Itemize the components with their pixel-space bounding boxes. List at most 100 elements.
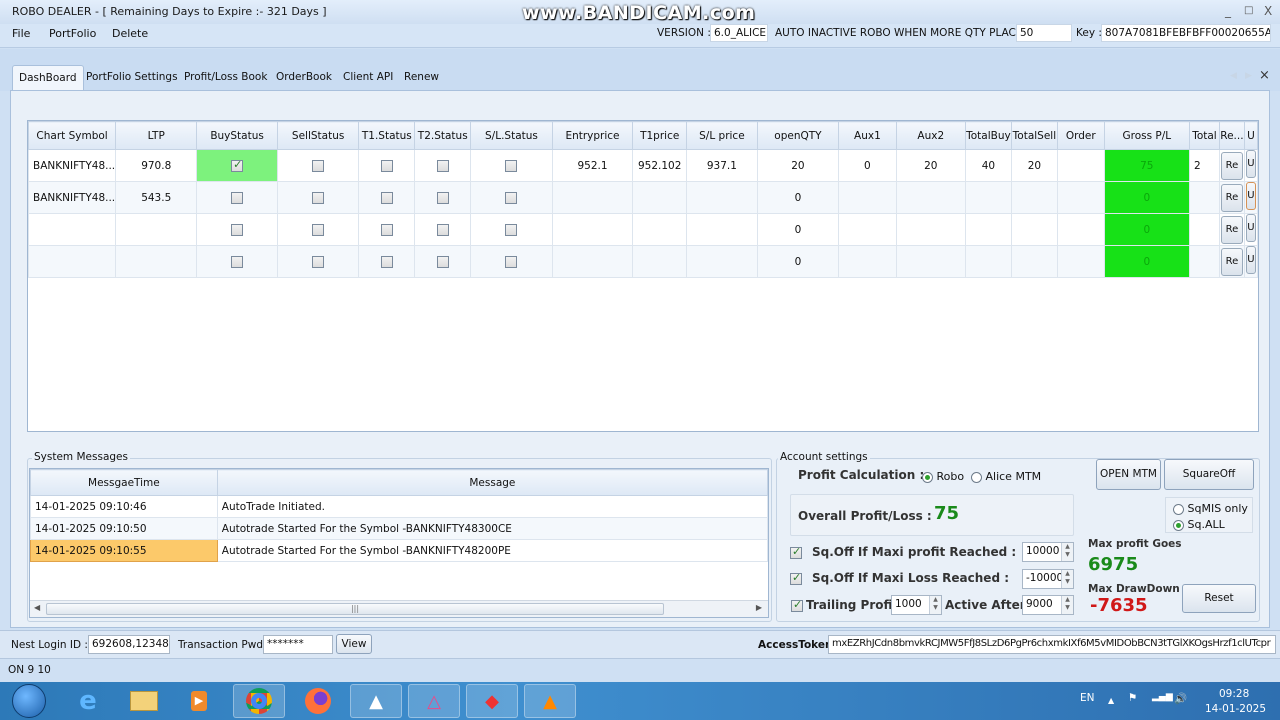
column-header[interactable]: BuyStatus [196,121,278,150]
t2-status-checkbox[interactable] [436,191,449,204]
column-header[interactable]: Gross P/L [1103,121,1191,150]
view-button[interactable]: View [336,634,372,654]
column-header[interactable]: Entryprice [551,121,634,150]
buy-status-checkbox[interactable] [231,223,244,236]
sell-status-checkbox[interactable] [312,159,325,172]
squareoff-button[interactable]: SquareOff [1164,459,1254,490]
scrollbar-thumb[interactable]: ||| [46,603,664,615]
sl-status-checkbox[interactable] [505,191,518,204]
tab-orderbook[interactable]: OrderBook [270,65,338,91]
open-mtm-button[interactable]: OPEN MTM [1096,459,1161,490]
column-header[interactable]: T1price [632,121,688,150]
column-header-message-time[interactable]: MessgaeTime [30,469,218,496]
re-button[interactable]: Re [1220,183,1243,212]
radio-robo[interactable]: Robo [922,470,964,483]
auto-inactive-qty-input[interactable]: 50 [1016,24,1072,42]
start-orb-icon[interactable] [12,684,46,718]
file-explorer-icon[interactable] [118,684,170,718]
tab-client-api[interactable]: Client API [337,65,399,91]
horizontal-scrollbar[interactable]: ◀ ||| ▶ [30,600,768,617]
re-button[interactable]: Re [1220,215,1243,244]
column-header[interactable]: Re... [1218,121,1245,150]
column-header[interactable]: Order [1056,121,1105,150]
column-header[interactable]: Total [1189,121,1220,150]
sl-status-checkbox[interactable] [505,255,518,268]
u-button[interactable]: U [1245,150,1256,178]
radio-sq-all[interactable]: Sq.ALL [1173,518,1225,531]
tab-close-icon[interactable]: × [1259,68,1270,83]
spinner-arrows-icon[interactable]: ▲ ▼ [929,596,941,614]
column-header-message[interactable]: Message [216,469,769,496]
maximize-button[interactable]: □ [1244,5,1253,16]
sl-status-checkbox[interactable] [505,223,518,236]
radio-alice-mtm[interactable]: Alice MTM [971,470,1041,483]
column-header[interactable]: U [1243,121,1259,150]
re-button[interactable]: Re [1220,247,1243,276]
show-hidden-icons-icon[interactable]: ▲ [1108,696,1114,705]
nest-login-input[interactable]: 692608,1234830 [88,635,170,654]
re-button[interactable]: Re [1220,151,1243,180]
sell-status-checkbox[interactable] [312,223,325,236]
clock-time[interactable]: 09:28 [1219,688,1249,700]
scroll-right-icon[interactable]: ▶ [756,603,762,612]
message-row[interactable]: 14-01-2025 09:10:55 Autotrade Started Fo… [30,539,769,562]
tab-scroll-left-icon[interactable]: ◀ [1230,71,1237,81]
column-header[interactable]: T2.Status [414,121,472,150]
menu-delete[interactable]: Delete [112,27,148,40]
trailing-profit-checkbox[interactable] [791,598,803,612]
sl-status-checkbox[interactable] [505,159,518,172]
prism-app-icon[interactable]: △ [408,684,460,718]
t1-status-checkbox[interactable] [380,159,393,172]
network-signal-icon[interactable]: ▂▄▆ [1152,692,1173,702]
column-header[interactable]: S/L.Status [470,121,553,150]
max-profit-spinner[interactable]: 10000 ▲ ▼ [1022,542,1074,562]
clock-date[interactable]: 14-01-2025 [1205,703,1266,715]
close-button[interactable]: X [1264,4,1272,18]
t2-status-checkbox[interactable] [436,223,449,236]
spinner-arrows-icon[interactable]: ▲ ▼ [1061,570,1073,588]
transaction-pwd-input[interactable]: ******* [263,635,333,654]
volume-icon[interactable]: 🔊 [1174,692,1187,705]
tab-scroll-right-icon[interactable]: ▶ [1245,71,1252,81]
max-loss-checkbox[interactable] [790,571,802,585]
max-loss-spinner[interactable]: -10000 ▲ ▼ [1022,569,1074,589]
angular-app-icon[interactable]: ◆ [466,684,518,718]
column-header[interactable]: Aux2 [895,121,966,150]
chrome-icon[interactable] [233,684,285,718]
media-player-icon[interactable]: ▶ [173,684,225,718]
tab-portfolio-settings[interactable]: PortFolio Settings [80,65,184,91]
column-header[interactable]: SellStatus [276,121,360,150]
sell-status-checkbox[interactable] [312,255,325,268]
column-header[interactable]: TotalBuy [964,121,1012,150]
tab-profit-loss-book[interactable]: Profit/Loss Book [178,65,273,91]
message-row[interactable]: 14-01-2025 09:10:46 AutoTrade Initiated. [30,495,769,518]
buy-status-checkbox[interactable] [231,158,244,172]
radio-sqmis-only[interactable]: SqMIS only [1173,502,1248,515]
column-header[interactable]: T1.Status [358,121,416,150]
buy-status-checkbox[interactable] [231,255,244,268]
t1-status-checkbox[interactable] [380,191,393,204]
table-row[interactable]: 0 0 Re U [27,245,1259,278]
reset-button[interactable]: Reset [1182,584,1256,613]
t1-status-checkbox[interactable] [380,223,393,236]
action-center-flag-icon[interactable]: ⚑ [1128,692,1137,704]
buy-status-checkbox[interactable] [231,191,244,204]
column-header[interactable]: Aux1 [838,121,897,150]
trailing-profit-spinner[interactable]: 1000 ▲ ▼ [891,595,942,615]
table-row[interactable]: 0 0 Re U [27,213,1259,246]
menu-file[interactable]: File [12,27,30,40]
table-row[interactable]: BANKNIFTY48... 543.5 0 0 Re U [27,181,1259,214]
message-row[interactable]: 14-01-2025 09:10:50 Autotrade Started Fo… [30,517,769,540]
firefox-icon[interactable] [292,684,344,718]
t2-status-checkbox[interactable] [436,255,449,268]
u-button[interactable]: U [1245,214,1256,242]
max-profit-checkbox[interactable] [790,545,802,559]
u-button[interactable]: U [1245,182,1256,210]
minimize-button[interactable]: _ [1225,4,1231,18]
access-token-input[interactable]: mxEZRhJCdn8bmvkRCJMW5FfJ8SLzD6PgPr6chxmk… [828,635,1276,654]
column-header[interactable]: Chart Symbol [27,121,117,150]
spinner-arrows-icon[interactable]: ▲ ▼ [1061,596,1073,614]
menu-portfolio[interactable]: PortFolio [49,27,96,40]
active-after-spinner[interactable]: 9000 ▲ ▼ [1022,595,1074,615]
vlc-icon[interactable]: ▲ [524,684,576,718]
